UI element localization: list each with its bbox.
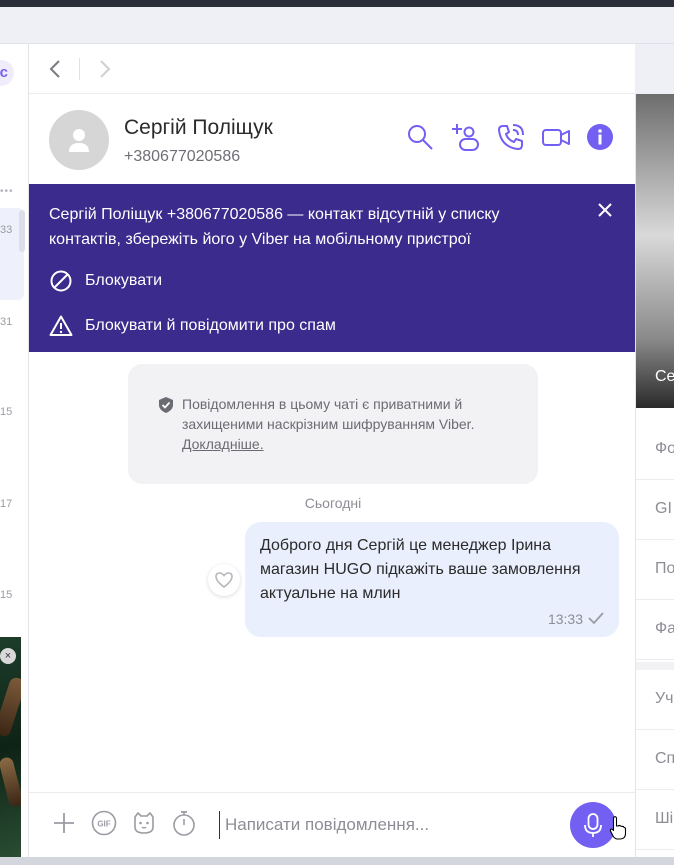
block-label: Блокувати bbox=[85, 272, 163, 289]
title-strip bbox=[0, 7, 674, 44]
contact-phone: +380677020586 bbox=[124, 148, 241, 165]
user-avatar-icon bbox=[69, 129, 89, 152]
chat-list-time: 33 bbox=[0, 224, 13, 236]
close-icon[interactable] bbox=[595, 200, 615, 220]
chat-list-scrollbar[interactable] bbox=[19, 210, 25, 252]
message-input[interactable] bbox=[219, 811, 559, 839]
like-button[interactable] bbox=[208, 564, 240, 596]
message-text: Доброго дня Сергій це менеджер Ірина маг… bbox=[260, 537, 581, 602]
chat-list-time: 17 bbox=[0, 498, 13, 510]
contact-photo-label: Се bbox=[655, 368, 674, 385]
back-arrow-icon[interactable] bbox=[45, 58, 65, 80]
chat-list-time: 15 bbox=[0, 589, 13, 601]
contact-info-panel: Се Фо GI По Фа Уч Сп Ші bbox=[635, 94, 674, 857]
hand-cursor-icon bbox=[609, 816, 627, 840]
ad-banner[interactable] bbox=[0, 637, 21, 857]
info-item-files[interactable]: Фа bbox=[636, 600, 674, 660]
forward-arrow-icon[interactable] bbox=[95, 58, 115, 80]
ad-image bbox=[0, 756, 21, 808]
bottom-strip bbox=[0, 857, 674, 865]
video-call-icon[interactable] bbox=[541, 122, 571, 152]
message-time: 13:33 bbox=[547, 611, 583, 627]
contact-photo[interactable]: Се bbox=[636, 94, 674, 408]
privacy-text: Повідомлення в цьому чаті є приватними й… bbox=[182, 396, 475, 432]
viber-logo-icon[interactable]: c bbox=[0, 60, 14, 86]
info-item-common-groups[interactable]: Сп bbox=[636, 730, 674, 790]
block-report-label: Блокувати й повідомити про спам bbox=[85, 317, 336, 334]
block-report-button[interactable]: Блокувати й повідомити про спам bbox=[49, 313, 336, 339]
call-icon[interactable] bbox=[496, 122, 526, 152]
search-icon[interactable] bbox=[405, 122, 435, 152]
info-divider bbox=[636, 662, 674, 670]
sticker-icon[interactable] bbox=[130, 809, 158, 837]
ad-close-button[interactable]: × bbox=[0, 648, 16, 664]
svg-text:GIF: GIF bbox=[97, 820, 110, 829]
info-icon[interactable] bbox=[585, 122, 615, 152]
timer-icon[interactable] bbox=[170, 809, 198, 837]
info-item-gifs[interactable]: GI bbox=[636, 480, 674, 540]
info-item-photos[interactable]: Фо bbox=[636, 420, 674, 480]
chat-list-panel: c ••• 33 31 15 17 15 × bbox=[0, 44, 29, 857]
add-contact-icon[interactable] bbox=[451, 122, 481, 152]
privacy-notice: Повідомлення в цьому чаті є приватними й… bbox=[128, 364, 538, 484]
gif-icon[interactable]: GIF bbox=[90, 809, 118, 837]
warning-icon bbox=[49, 315, 73, 336]
ad-image bbox=[0, 675, 21, 739]
window-top-bar bbox=[0, 0, 674, 7]
delivered-check-icon bbox=[588, 612, 604, 625]
info-item-encryption[interactable]: Ші bbox=[636, 790, 674, 850]
chat-header: Сергій Поліщук +380677020586 bbox=[29, 94, 635, 184]
chat-list-time: 31 bbox=[0, 316, 13, 328]
info-item-links[interactable]: По bbox=[636, 540, 674, 600]
more-dots-icon: ••• bbox=[0, 186, 14, 197]
chat-pane: Сергій Поліщук +380677020586 Сергій Полі… bbox=[29, 44, 635, 857]
info-item-participants[interactable]: Уч bbox=[636, 670, 674, 730]
unknown-contact-banner: Сергій Поліщук +380677020586 — контакт в… bbox=[29, 184, 635, 352]
plus-icon[interactable] bbox=[50, 809, 78, 837]
block-icon bbox=[50, 270, 72, 292]
outgoing-message[interactable]: Доброго дня Сергій це менеджер Ірина маг… bbox=[245, 522, 619, 637]
nav-bar bbox=[29, 44, 635, 94]
message-composer: GIF bbox=[29, 792, 635, 857]
avatar[interactable] bbox=[49, 110, 109, 170]
block-button[interactable]: Блокувати bbox=[49, 268, 162, 294]
shield-check-icon bbox=[159, 397, 173, 413]
heart-icon bbox=[215, 572, 233, 589]
contact-name: Сергій Поліщук bbox=[124, 116, 273, 139]
date-separator: Сьогодні bbox=[304, 495, 362, 511]
nav-divider bbox=[79, 58, 80, 80]
chat-list-time: 15 bbox=[0, 406, 13, 418]
learn-more-link[interactable]: Докладніше. bbox=[182, 436, 264, 452]
banner-message: Сергій Поліщук +380677020586 — контакт в… bbox=[49, 206, 500, 248]
